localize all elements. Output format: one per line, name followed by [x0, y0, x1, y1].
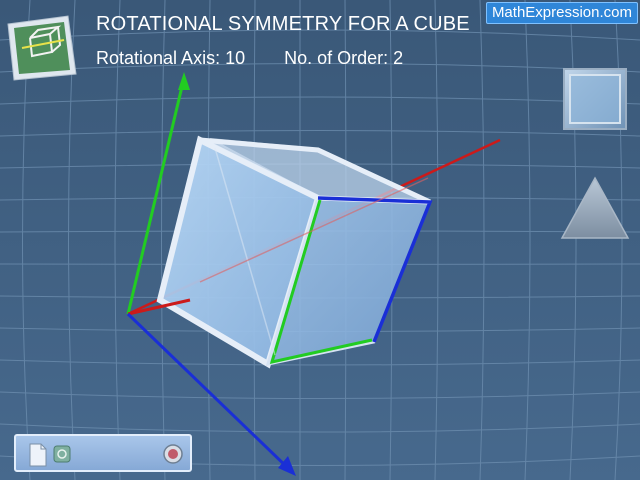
bottom-control-panel	[14, 434, 192, 472]
document-button[interactable]	[28, 443, 48, 467]
order-label: No. of Order: 2	[284, 48, 404, 68]
reset-button[interactable]	[163, 444, 183, 464]
document-icon	[29, 443, 47, 467]
reset-icon	[163, 444, 183, 464]
rotational-axis-label: Rotational Axis: 10	[96, 48, 246, 68]
animation-button[interactable]	[53, 445, 71, 463]
scene-canvas	[0, 0, 640, 480]
triangle-shape-button[interactable]	[560, 176, 630, 240]
square-shape-button[interactable]	[562, 67, 628, 131]
page-title: ROTATIONAL SYMMETRY FOR A CUBE	[96, 13, 470, 35]
logo-button[interactable]	[5, 14, 77, 80]
animation-icon	[53, 445, 71, 463]
brand-label[interactable]: MathExpression.com	[485, 2, 638, 24]
info-row: Rotational Axis: 10 No. of Order: 2	[96, 48, 403, 69]
